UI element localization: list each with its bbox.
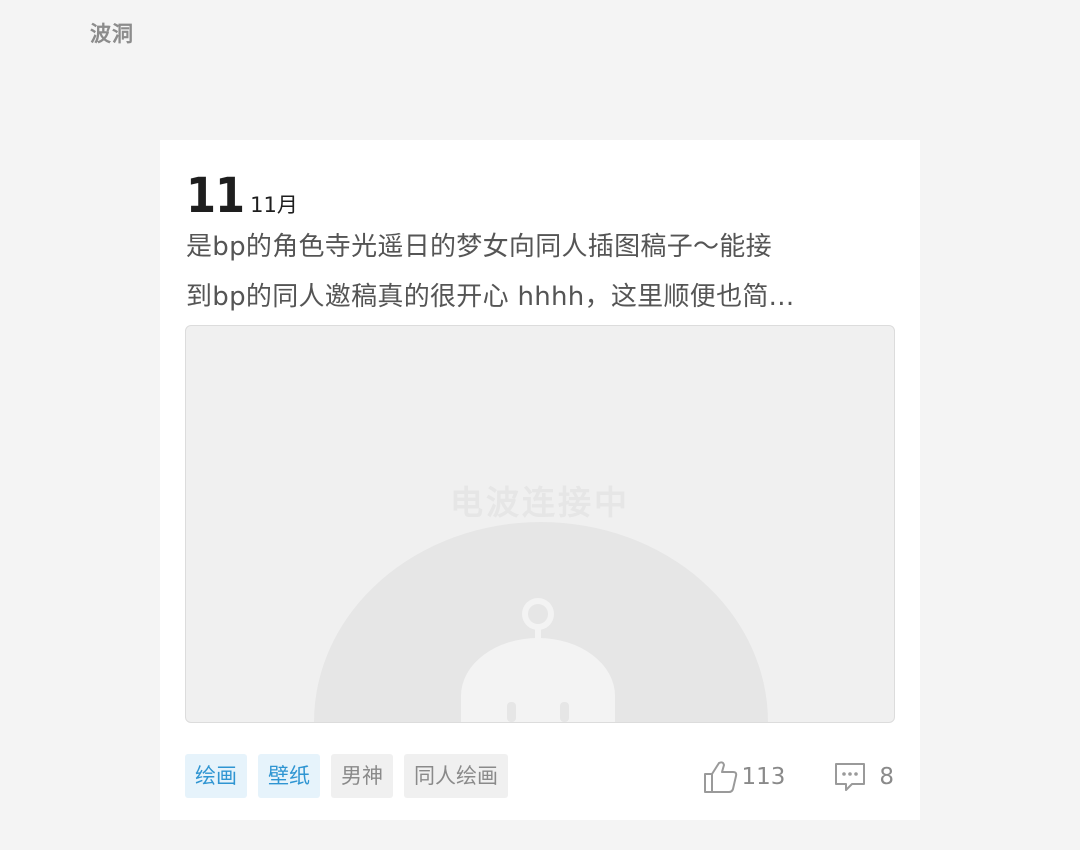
like-button[interactable]: 113 [703,760,785,794]
tag-bizhi[interactable]: 壁纸 [258,754,320,798]
image-loading-text: 电波连接中 [450,483,630,522]
tag-tongren-huihua[interactable]: 同人绘画 [404,754,508,798]
comment-count: 8 [879,764,894,790]
post-date-month: 11月 [250,193,298,217]
post-date-day: 11 [186,168,245,224]
comment-icon [835,763,866,791]
comment-button[interactable]: 8 [833,761,894,793]
section-title: 波洞 [90,22,134,46]
post-date: 11 11月 [186,168,298,224]
like-count: 113 [741,764,786,790]
post-description-line: 是bp的角色寺光遥日的梦女向同人插图稿子～能接 [186,232,772,262]
tag-nanshen[interactable]: 男神 [331,754,393,798]
tag-list: 绘画 壁纸 男神 同人绘画 [185,754,508,798]
post-card[interactable]: 11 11月 是bp的角色寺光遥日的梦女向同人插图稿子～能接 到bp的同人邀稿真… [160,140,920,820]
post-stats: 113 8 [703,760,894,794]
thumbs-up-icon [704,761,738,793]
loading-mascot-icon [314,522,768,722]
post-image-placeholder[interactable]: 电波连接中 [185,325,895,723]
tag-huihua[interactable]: 绘画 [185,754,247,798]
post-description-line: 到bp的同人邀稿真的很开心 hhhh，这里顺便也简... [186,282,795,312]
post-description[interactable]: 是bp的角色寺光遥日的梦女向同人插图稿子～能接 到bp的同人邀稿真的很开心 hh… [186,222,901,322]
